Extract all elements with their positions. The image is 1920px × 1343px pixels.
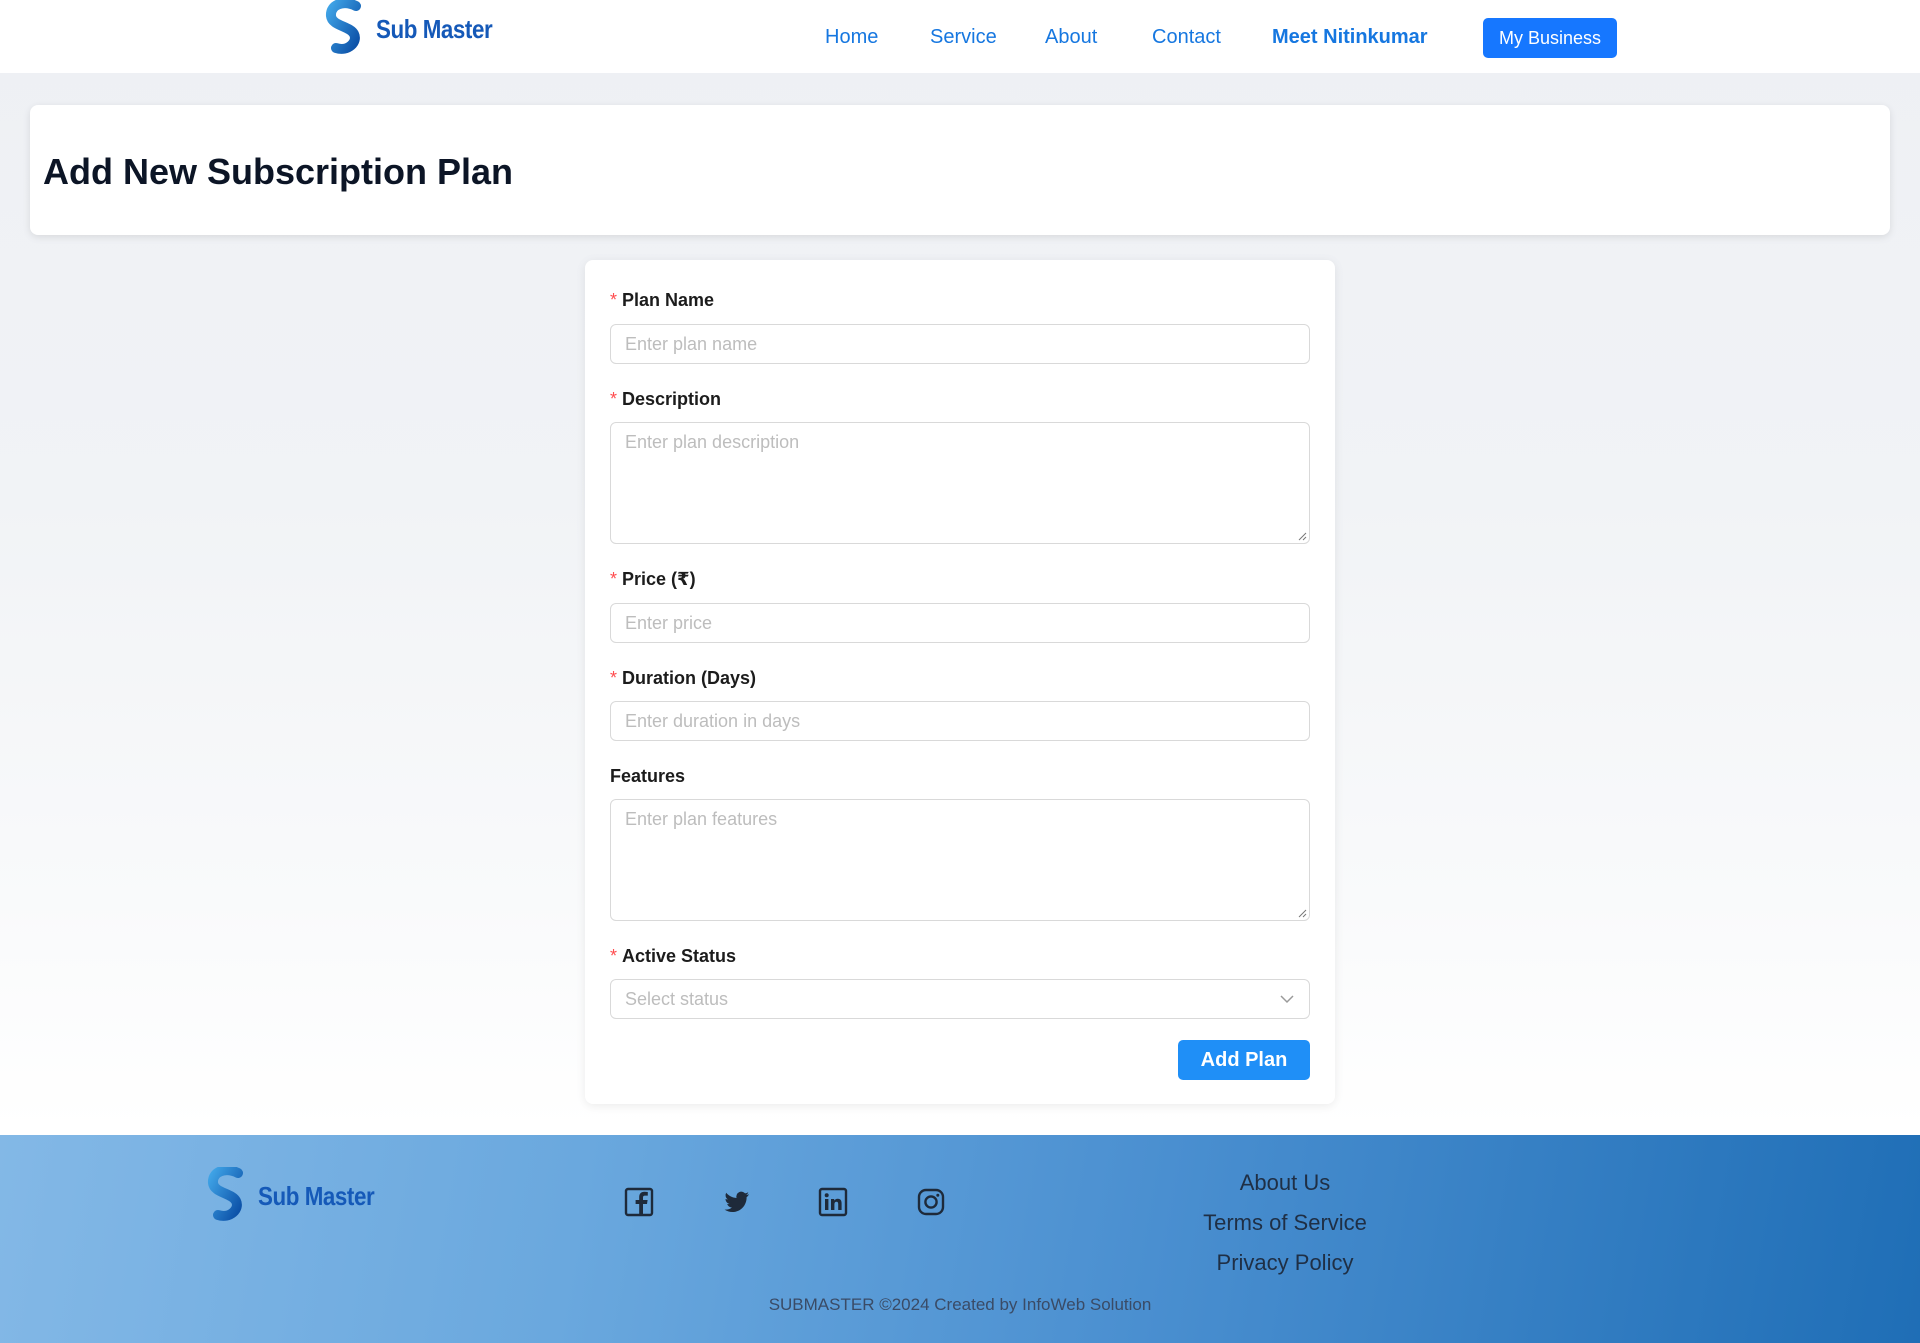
sub-master-logo-icon <box>208 1167 243 1221</box>
footer-links: About Us Terms of Service Privacy Policy <box>1160 1163 1410 1283</box>
required-mark: * <box>610 569 618 589</box>
top-header: Sub Master Home Service About Contact Me… <box>0 0 1920 73</box>
select-placeholder: Select status <box>625 988 729 1009</box>
nav-service[interactable]: Service <box>930 26 997 49</box>
nav-home[interactable]: Home <box>825 26 878 49</box>
active-status-label: * Active Status <box>610 946 737 966</box>
features-label: Features <box>610 766 686 786</box>
active-status-select[interactable]: Select status <box>610 979 1310 1019</box>
footer-brand-logo[interactable]: Sub Master <box>206 1167 393 1225</box>
footer: Sub Master About Us Terms of Service Pri… <box>0 1135 1920 1343</box>
nav-contact[interactable]: Contact <box>1152 26 1221 49</box>
sub-master-logo-icon <box>326 0 361 54</box>
add-plan-form: *Plan Name *Description *Price (₹) *Dura… <box>585 260 1335 1104</box>
instagram-icon[interactable] <box>916 1187 946 1217</box>
resize-grip-icon[interactable] <box>1297 531 1307 541</box>
plan-name-input[interactable] <box>610 324 1310 364</box>
page-title-card: Add New Subscription Plan <box>30 105 1890 235</box>
copyright-text: SUBMASTER ©2024 Created by InfoWeb Solut… <box>768 1295 1152 1314</box>
required-mark: * <box>610 389 618 409</box>
plan-name-label: * Plan Name <box>610 290 715 310</box>
features-textarea[interactable] <box>610 799 1310 921</box>
linkedin-icon[interactable] <box>818 1187 848 1217</box>
footer-link-terms[interactable]: Terms of Service <box>1160 1203 1410 1243</box>
footer-link-about-us[interactable]: About Us <box>1160 1163 1410 1203</box>
my-business-button[interactable]: My Business <box>1483 18 1617 58</box>
add-plan-button[interactable]: Add Plan <box>1178 1040 1310 1080</box>
twitter-icon[interactable] <box>721 1187 751 1217</box>
chevron-down-icon <box>1280 995 1294 1004</box>
nav-about[interactable]: About <box>1045 26 1097 49</box>
price-input[interactable] <box>610 603 1310 643</box>
nav-meet-nitinkumar[interactable]: Meet Nitinkumar <box>1272 26 1428 49</box>
page-title: Add New Subscription Plan <box>43 151 514 192</box>
price-label: * Price (₹) <box>610 569 696 589</box>
required-mark: * <box>610 946 618 966</box>
brand-logo[interactable]: Sub Master <box>324 0 511 58</box>
resize-grip-icon[interactable] <box>1297 908 1307 918</box>
description-label: * Description <box>610 389 722 409</box>
brand-name: Sub Master <box>376 13 493 44</box>
facebook-icon[interactable] <box>624 1187 654 1217</box>
required-mark: * <box>610 290 618 310</box>
duration-input[interactable] <box>610 701 1310 741</box>
footer-brand-name: Sub Master <box>258 1180 375 1211</box>
required-mark: * <box>610 668 618 688</box>
description-textarea[interactable] <box>610 422 1310 544</box>
duration-label: * Duration (Days) <box>610 668 757 688</box>
footer-link-privacy[interactable]: Privacy Policy <box>1160 1243 1410 1283</box>
